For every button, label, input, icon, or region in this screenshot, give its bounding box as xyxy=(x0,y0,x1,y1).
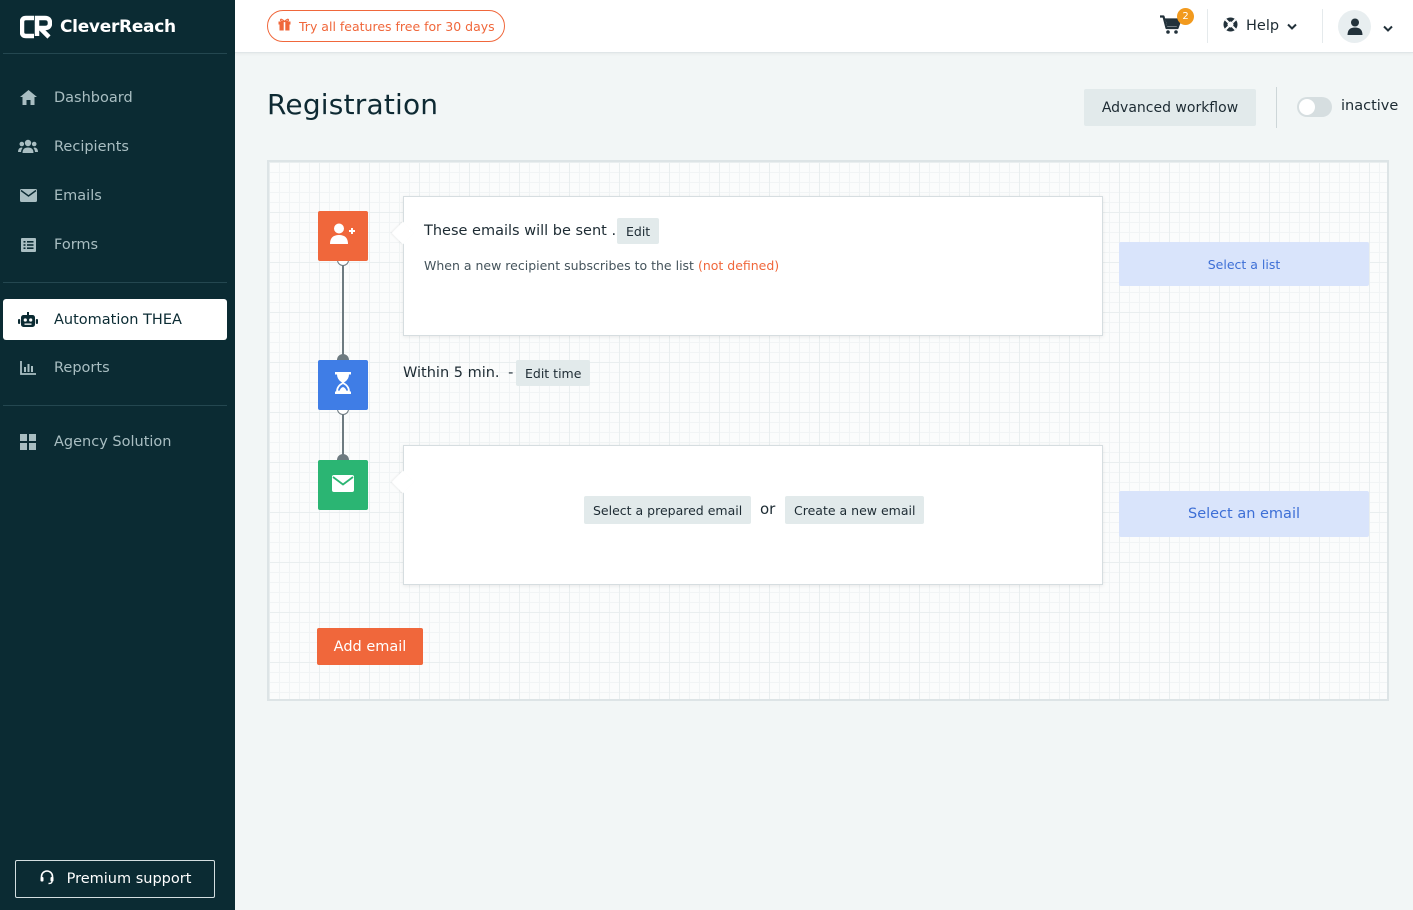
premium-support-label: Premium support xyxy=(66,871,192,887)
wait-duration-text: Within 5 min. xyxy=(403,365,500,381)
sidebar-item-dashboard[interactable]: Dashboard xyxy=(3,77,227,118)
status-label: inactive xyxy=(1341,98,1399,114)
brand-logo[interactable]: CleverReach xyxy=(19,14,176,40)
form-icon xyxy=(18,235,38,255)
sidebar-divider xyxy=(3,282,227,283)
sidebar-item-reports[interactable]: Reports xyxy=(3,347,227,388)
cleverreach-logo-icon xyxy=(19,15,53,39)
advanced-workflow-button[interactable]: Advanced workflow xyxy=(1084,89,1256,126)
email-card xyxy=(403,445,1103,585)
premium-support-button[interactable]: Premium support xyxy=(15,860,215,898)
lifebuoy-icon xyxy=(1223,17,1238,36)
email-node[interactable] xyxy=(318,460,368,510)
hourglass-icon xyxy=(335,372,351,398)
help-label: Help xyxy=(1246,18,1280,34)
user-menu[interactable] xyxy=(1338,9,1394,43)
header-divider xyxy=(1276,87,1277,128)
trigger-condition-value: (not defined) xyxy=(697,258,780,273)
trigger-title: These emails will be sent ... xyxy=(424,223,626,239)
sidebar-item-label: Reports xyxy=(54,359,110,376)
create-new-email-button[interactable]: Create a new email xyxy=(785,496,925,524)
avatar xyxy=(1338,9,1371,43)
grid-icon xyxy=(18,432,38,452)
headset-icon xyxy=(39,869,55,889)
topbar-divider xyxy=(1322,9,1323,43)
active-toggle[interactable] xyxy=(1297,97,1332,117)
chevron-down-icon xyxy=(1383,17,1393,36)
trigger-node[interactable] xyxy=(318,211,368,261)
robot-icon xyxy=(18,310,38,330)
sidebar-item-recipients[interactable]: Recipients xyxy=(3,126,227,167)
topbar: Try all features free for 30 days 2 Help xyxy=(235,0,1413,53)
page-title: Registration xyxy=(267,88,439,121)
sidebar-item-label: Forms xyxy=(54,236,99,253)
sidebar-divider xyxy=(3,53,227,54)
user-plus-icon xyxy=(330,223,356,249)
trigger-card: These emails will be sent ... Edit When … xyxy=(403,196,1103,336)
or-separator: or xyxy=(760,500,776,518)
users-icon xyxy=(18,137,38,157)
edit-trigger-button[interactable]: Edit xyxy=(617,218,660,244)
workflow-connector xyxy=(342,261,344,360)
sidebar-item-label: Emails xyxy=(54,187,102,204)
cart-count-badge: 2 xyxy=(1177,8,1194,25)
home-icon xyxy=(18,88,38,108)
free-trial-button[interactable]: Try all features free for 30 days xyxy=(267,10,505,42)
sidebar-item-emails[interactable]: Emails xyxy=(3,175,227,216)
sidebar-item-label: Agency Solution xyxy=(54,433,172,450)
select-prepared-email-button[interactable]: Select a prepared email xyxy=(584,496,752,524)
select-list-button[interactable]: Select a list xyxy=(1119,242,1369,286)
select-email-button[interactable]: Select an email xyxy=(1119,491,1369,537)
add-email-button[interactable]: Add email xyxy=(317,628,423,665)
user-icon xyxy=(1347,18,1362,35)
chart-icon xyxy=(18,358,38,378)
envelope-icon xyxy=(18,186,38,206)
envelope-icon xyxy=(332,474,354,496)
wait-duration: Within 5 min. - xyxy=(403,365,513,381)
sidebar-item-automation-thea[interactable]: Automation THEA xyxy=(3,299,227,340)
sidebar-item-label: Recipients xyxy=(54,138,129,155)
sidebar: CleverReach Dashboard Recipients Emails … xyxy=(0,0,235,910)
trigger-condition: When a new recipient subscribes to the l… xyxy=(424,258,779,273)
help-menu[interactable]: Help xyxy=(1223,14,1297,38)
brand-name: CleverReach xyxy=(60,17,176,37)
trigger-condition-text: When a new recipient subscribes to the l… xyxy=(424,258,694,273)
free-trial-label: Try all features free for 30 days xyxy=(299,18,495,34)
cart-button[interactable]: 2 xyxy=(1160,8,1194,39)
sidebar-item-label: Automation THEA xyxy=(54,311,182,328)
wait-node[interactable] xyxy=(318,360,368,410)
edit-time-button[interactable]: Edit time xyxy=(516,360,591,386)
sidebar-divider xyxy=(3,405,227,406)
chevron-down-icon xyxy=(1287,18,1297,34)
sidebar-item-agency-solution[interactable]: Agency Solution xyxy=(3,421,227,462)
sidebar-item-label: Dashboard xyxy=(54,89,133,106)
gift-icon xyxy=(278,18,291,34)
topbar-divider xyxy=(1207,9,1208,43)
sidebar-item-forms[interactable]: Forms xyxy=(3,224,227,265)
wait-separator: - xyxy=(508,365,514,381)
workflow-connector xyxy=(342,410,344,460)
